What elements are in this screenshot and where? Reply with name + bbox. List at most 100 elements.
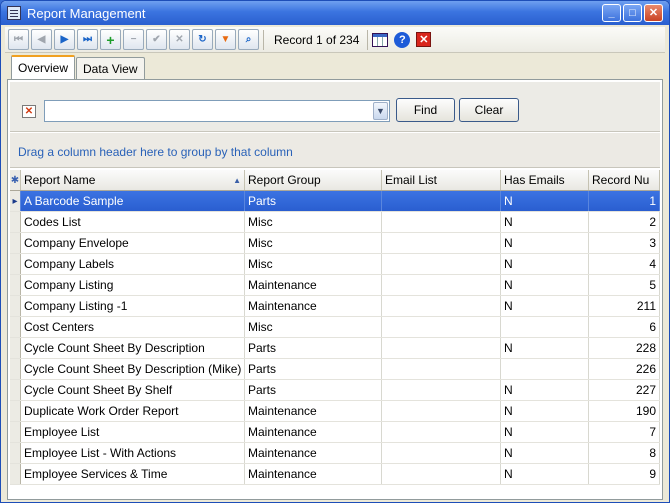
record-number-cell[interactable]: 190 bbox=[589, 401, 660, 421]
current-row-indicator-icon[interactable]: ▸ bbox=[10, 191, 21, 211]
clear-button[interactable]: Clear bbox=[459, 98, 519, 122]
email-list-cell[interactable] bbox=[382, 296, 501, 316]
chevron-down-icon[interactable]: ▼ bbox=[373, 102, 388, 120]
report-name-cell[interactable]: Cost Centers bbox=[21, 317, 245, 337]
next-record-button[interactable]: ▶ bbox=[54, 29, 75, 50]
has-emails-cell[interactable]: N bbox=[501, 212, 589, 232]
report-group-cell[interactable]: Parts bbox=[245, 380, 382, 400]
report-group-cell[interactable]: Maintenance bbox=[245, 401, 382, 421]
report-group-cell[interactable]: Misc bbox=[245, 233, 382, 253]
report-name-cell[interactable]: A Barcode Sample bbox=[21, 191, 245, 211]
record-number-cell[interactable]: 211 bbox=[589, 296, 660, 316]
search-combo[interactable]: ▼ bbox=[44, 100, 390, 122]
record-number-cell[interactable]: 3 bbox=[589, 233, 660, 253]
record-number-cell[interactable]: 5 bbox=[589, 275, 660, 295]
has-emails-cell[interactable]: N bbox=[501, 191, 589, 211]
table-row[interactable]: Employee List Maintenance N 7 bbox=[10, 422, 660, 443]
has-emails-cell[interactable]: N bbox=[501, 296, 589, 316]
find-button[interactable]: Find bbox=[396, 98, 455, 122]
table-row[interactable]: Codes List Misc N 2 bbox=[10, 212, 660, 233]
email-list-cell[interactable] bbox=[382, 254, 501, 274]
report-name-cell[interactable]: Cycle Count Sheet By Description bbox=[21, 338, 245, 358]
report-name-cell[interactable]: Employee Services & Time bbox=[21, 464, 245, 484]
report-group-cell[interactable]: Misc bbox=[245, 254, 382, 274]
table-row[interactable]: Employee List - With Actions Maintenance N… bbox=[10, 443, 660, 464]
report-group-cell[interactable]: Maintenance bbox=[245, 422, 382, 442]
email-list-cell[interactable] bbox=[382, 380, 501, 400]
add-record-button[interactable]: + bbox=[100, 29, 121, 50]
has-emails-cell[interactable]: N bbox=[501, 443, 589, 463]
table-row[interactable]: Company Listing -1 Maintenance N 211 bbox=[10, 296, 660, 317]
first-record-button[interactable]: ⏮ bbox=[8, 29, 29, 50]
report-name-cell[interactable]: Employee List - With Actions bbox=[21, 443, 245, 463]
column-header-has-emails[interactable]: Has Emails bbox=[501, 170, 589, 190]
row-indicator[interactable] bbox=[10, 254, 21, 274]
email-list-cell[interactable] bbox=[382, 275, 501, 295]
record-number-cell[interactable]: 228 bbox=[589, 338, 660, 358]
report-group-cell[interactable]: Parts bbox=[245, 338, 382, 358]
record-number-cell[interactable]: 6 bbox=[589, 317, 660, 337]
report-name-cell[interactable]: Cycle Count Sheet By Description (Mike) bbox=[21, 359, 245, 379]
row-indicator[interactable] bbox=[10, 233, 21, 253]
email-list-cell[interactable] bbox=[382, 401, 501, 421]
record-number-cell[interactable]: 7 bbox=[589, 422, 660, 442]
grid-icon[interactable] bbox=[372, 32, 389, 47]
email-list-cell[interactable] bbox=[382, 443, 501, 463]
record-number-cell[interactable]: 4 bbox=[589, 254, 660, 274]
report-name-cell[interactable]: Codes List bbox=[21, 212, 245, 232]
post-record-button[interactable]: ✔ bbox=[146, 29, 167, 50]
table-row[interactable]: Company Listing Maintenance N 5 bbox=[10, 275, 660, 296]
email-list-cell[interactable] bbox=[382, 464, 501, 484]
table-row[interactable]: Employee Services & Time Maintenance N 9 bbox=[10, 464, 660, 485]
table-row[interactable]: Cost Centers Misc 6 bbox=[10, 317, 660, 338]
group-by-panel[interactable]: Drag a column header here to group by th… bbox=[10, 133, 660, 168]
email-list-cell[interactable] bbox=[382, 422, 501, 442]
report-group-cell[interactable]: Maintenance bbox=[245, 464, 382, 484]
help-icon[interactable]: ? bbox=[394, 31, 411, 48]
report-group-cell[interactable]: Maintenance bbox=[245, 443, 382, 463]
has-emails-cell[interactable]: N bbox=[501, 380, 589, 400]
column-header-email-list[interactable]: Email List bbox=[382, 170, 501, 190]
row-indicator[interactable] bbox=[10, 317, 21, 337]
table-row[interactable]: Cycle Count Sheet By Description Parts N 22… bbox=[10, 338, 660, 359]
report-group-cell[interactable]: Parts bbox=[245, 191, 382, 211]
report-name-cell[interactable]: Duplicate Work Order Report bbox=[21, 401, 245, 421]
row-indicator[interactable] bbox=[10, 338, 21, 358]
record-number-cell[interactable]: 9 bbox=[589, 464, 660, 484]
maximize-button[interactable]: □ bbox=[623, 4, 642, 22]
tab-overview[interactable]: Overview bbox=[11, 55, 76, 79]
row-indicator[interactable] bbox=[10, 464, 21, 484]
table-row[interactable]: Company Envelope Misc N 3 bbox=[10, 233, 660, 254]
table-row[interactable]: ▸ A Barcode Sample Parts N 1 bbox=[10, 191, 660, 212]
close-find-panel-icon[interactable]: ✕ bbox=[22, 105, 36, 118]
email-list-cell[interactable] bbox=[382, 359, 501, 379]
column-header-record-number[interactable]: Record Nu bbox=[589, 170, 660, 190]
row-indicator[interactable] bbox=[10, 296, 21, 316]
table-row[interactable]: Cycle Count Sheet By Description (Mike) P… bbox=[10, 359, 660, 380]
record-number-cell[interactable]: 2 bbox=[589, 212, 660, 232]
has-emails-cell[interactable]: N bbox=[501, 401, 589, 421]
record-number-cell[interactable]: 227 bbox=[589, 380, 660, 400]
prior-record-button[interactable]: ◀ bbox=[31, 29, 52, 50]
record-number-cell[interactable]: 1 bbox=[589, 191, 660, 211]
report-name-cell[interactable]: Company Listing bbox=[21, 275, 245, 295]
cancel-edit-button[interactable]: ✕ bbox=[169, 29, 190, 50]
row-indicator[interactable] bbox=[10, 401, 21, 421]
table-row[interactable]: Company Labels Misc N 4 bbox=[10, 254, 660, 275]
email-list-cell[interactable] bbox=[382, 317, 501, 337]
last-record-button[interactable]: ⏭ bbox=[77, 29, 98, 50]
row-indicator[interactable] bbox=[10, 422, 21, 442]
row-indicator[interactable] bbox=[10, 275, 21, 295]
refresh-button[interactable]: ↻ bbox=[192, 29, 213, 50]
row-indicator[interactable] bbox=[10, 443, 21, 463]
row-indicator[interactable] bbox=[10, 212, 21, 232]
filter-button[interactable]: ▼ bbox=[215, 29, 236, 50]
report-name-cell[interactable]: Company Listing -1 bbox=[21, 296, 245, 316]
has-emails-cell[interactable]: N bbox=[501, 422, 589, 442]
report-name-cell[interactable]: Company Labels bbox=[21, 254, 245, 274]
record-number-cell[interactable]: 226 bbox=[589, 359, 660, 379]
report-group-cell[interactable]: Maintenance bbox=[245, 296, 382, 316]
has-emails-cell[interactable]: N bbox=[501, 275, 589, 295]
report-group-cell[interactable]: Misc bbox=[245, 317, 382, 337]
search-button[interactable]: ⌕ bbox=[238, 29, 259, 50]
